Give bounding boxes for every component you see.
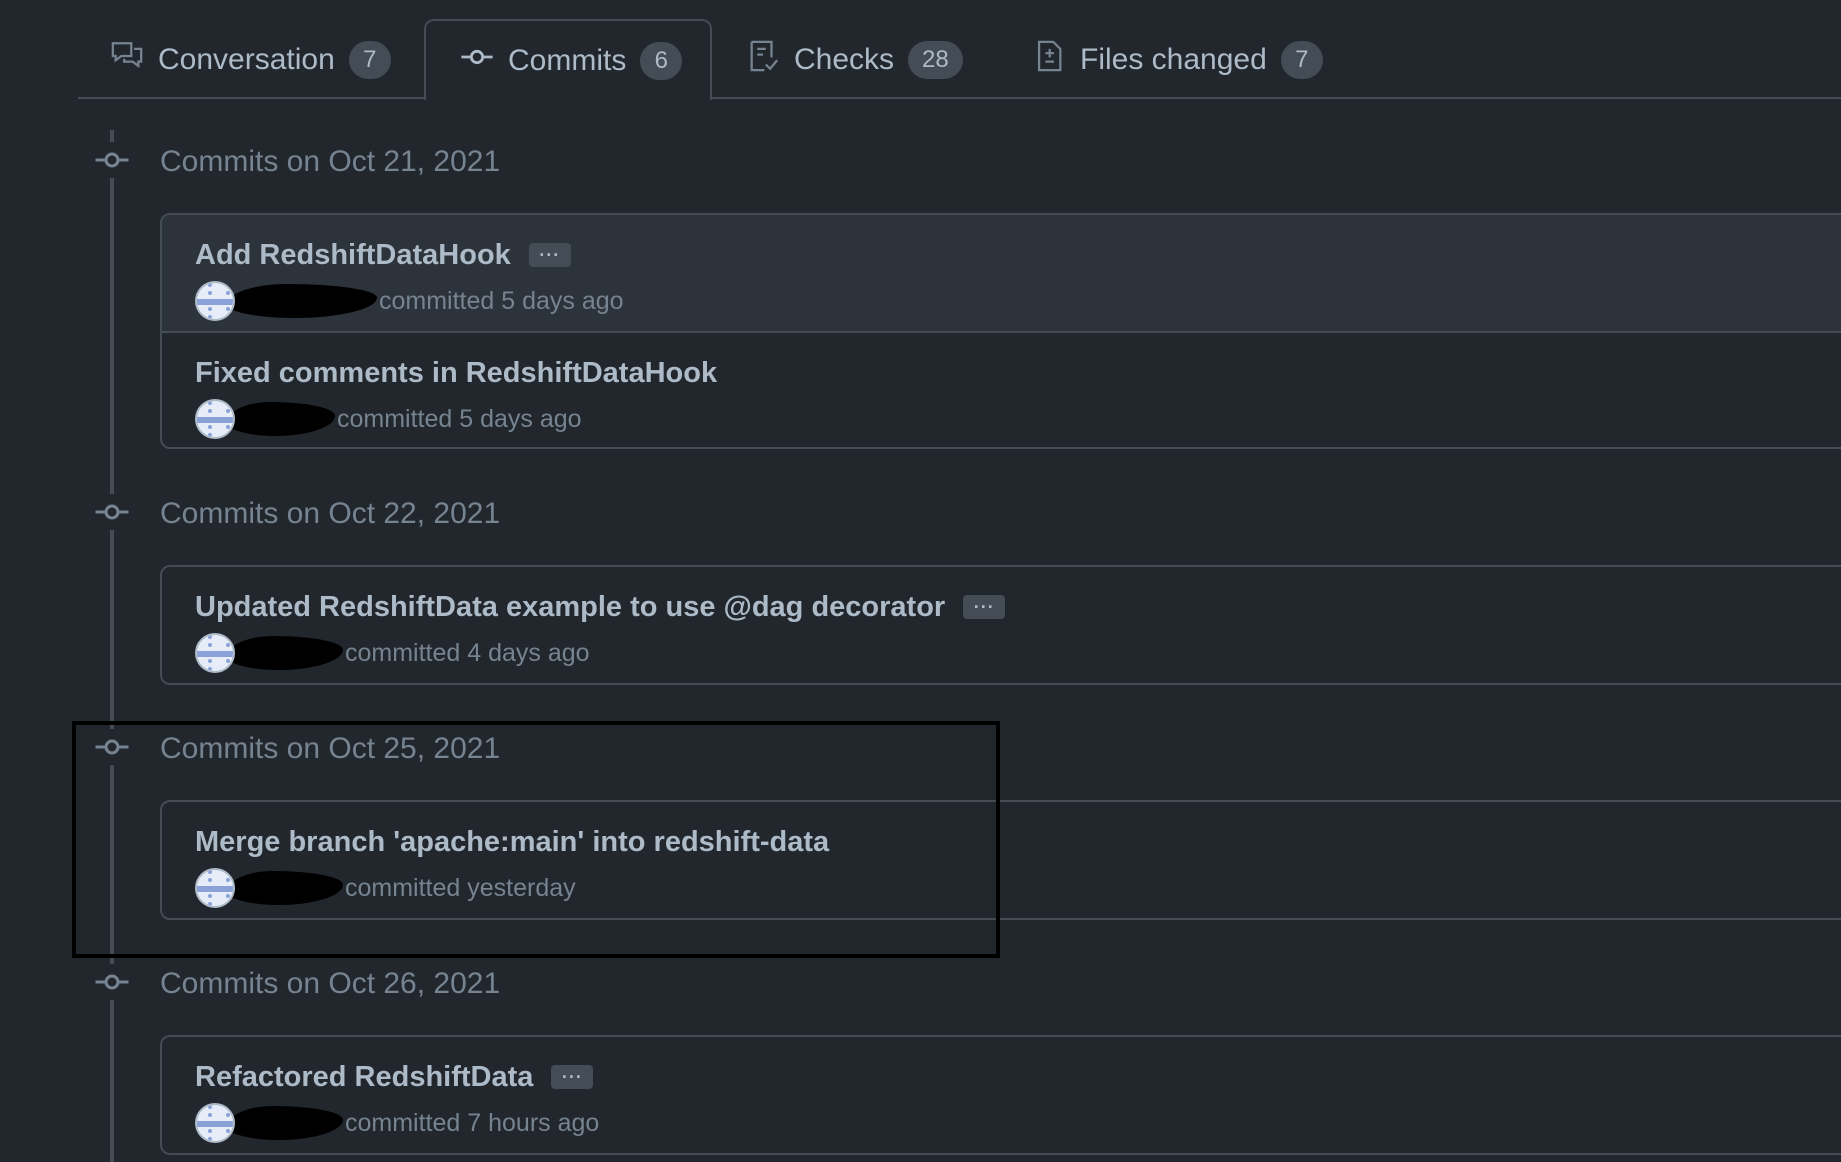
commit-title-link[interactable]: Add RedshiftDataHook (195, 239, 511, 272)
expand-message-button[interactable]: ··· (551, 1065, 594, 1089)
avatar[interactable] (195, 281, 235, 321)
checklist-icon (746, 39, 780, 81)
commit-group-header: Commits on Oct 21, 2021 (94, 141, 501, 183)
git-commit-icon (460, 40, 494, 82)
commit-list: Refactored RedshiftData ··· committed 7 … (160, 1035, 1841, 1155)
commit-title-link[interactable]: Updated RedshiftData example to use @dag… (195, 591, 945, 624)
redacted-author (227, 636, 343, 670)
redacted-author (227, 284, 377, 318)
redacted-author (227, 1106, 343, 1140)
tab-counter: 6 (640, 41, 683, 80)
pr-tab-bar: Conversation 7 Commits 6 Checks 28 Files… (78, 0, 1841, 100)
tab-label: Files changed (1080, 42, 1267, 76)
commit-group-header: Commits on Oct 26, 2021 (94, 963, 501, 1005)
commit-group-header: Commits on Oct 22, 2021 (94, 493, 501, 535)
git-commit-icon (94, 141, 130, 183)
tab-counter: 7 (1280, 40, 1323, 79)
tab-conversation[interactable]: Conversation 7 (110, 20, 391, 99)
expand-message-button[interactable]: ··· (963, 595, 1006, 619)
tab-label: Conversation (158, 42, 335, 76)
commit-row[interactable]: Updated RedshiftData example to use @dag… (162, 567, 1841, 683)
tab-commits[interactable]: Commits 6 (424, 19, 712, 100)
redacted-author (227, 402, 335, 436)
commit-row[interactable]: Add RedshiftDataHook ··· committed 5 day… (162, 215, 1841, 331)
tab-files-changed[interactable]: Files changed 7 (1032, 20, 1323, 99)
timeline-line (110, 130, 114, 1162)
commit-meta: committed 7 hours ago (345, 1108, 600, 1137)
commit-title-link[interactable]: Refactored RedshiftData (195, 1061, 533, 1094)
expand-message-button[interactable]: ··· (528, 243, 571, 267)
tab-counter: 28 (908, 40, 963, 79)
commit-row[interactable]: Refactored RedshiftData ··· committed 7 … (162, 1037, 1841, 1153)
commit-list: Updated RedshiftData example to use @dag… (160, 565, 1841, 685)
commit-group-title: Commits on Oct 22, 2021 (160, 497, 501, 530)
tab-label: Checks (794, 42, 895, 76)
commit-group-title: Commits on Oct 26, 2021 (160, 967, 501, 1000)
avatar[interactable] (195, 399, 235, 439)
avatar[interactable] (195, 1103, 235, 1143)
commit-meta: committed 5 days ago (379, 286, 624, 315)
tab-counter: 7 (348, 40, 391, 79)
git-commit-icon (94, 493, 130, 535)
commit-meta: committed 5 days ago (337, 404, 582, 433)
avatar[interactable] (195, 633, 235, 673)
commit-title-link[interactable]: Fixed comments in RedshiftDataHook (195, 357, 717, 390)
commit-meta: committed 4 days ago (345, 638, 590, 667)
highlight-annotation-box (72, 721, 1000, 958)
file-diff-icon (1032, 39, 1066, 81)
commit-list: Add RedshiftDataHook ··· committed 5 day… (160, 213, 1841, 449)
git-commit-icon (94, 963, 130, 1005)
tab-checks[interactable]: Checks 28 (746, 20, 963, 99)
comment-discussion-icon (110, 39, 144, 81)
tab-label: Commits (508, 43, 627, 77)
commit-group-title: Commits on Oct 21, 2021 (160, 145, 501, 178)
commit-row[interactable]: Fixed comments in RedshiftDataHook commi… (162, 331, 1841, 447)
